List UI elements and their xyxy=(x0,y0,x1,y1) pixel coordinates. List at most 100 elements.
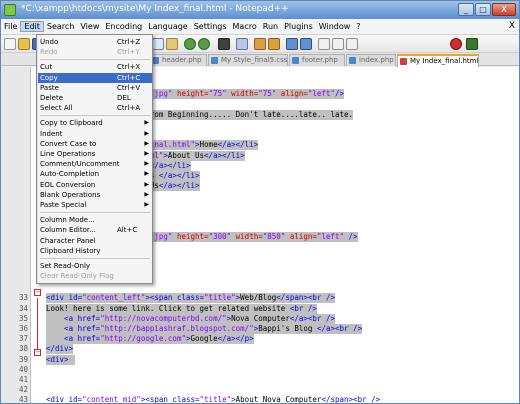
fold-toggle-39[interactable]: − xyxy=(34,349,41,356)
menu-item-set-read-only[interactable]: Set Read-Only xyxy=(38,261,152,271)
undo-icon[interactable] xyxy=(184,38,196,50)
code-line[interactable]: 37 <a href="http://google.com">Google</a… xyxy=(1,334,519,345)
menu-item-paste-special[interactable]: Paste Special ▶ xyxy=(38,200,152,210)
code-line[interactable]: 40 xyxy=(1,365,519,375)
code-token: Web/Blog xyxy=(240,293,277,303)
menu-item-clipboard-history[interactable]: Clipboard History xyxy=(38,246,152,256)
code-line[interactable]: 36 <a href="http://bappiashraf.blogspot.… xyxy=(1,324,519,334)
menu-item-cut[interactable]: Cut Ctrl+X xyxy=(38,62,152,72)
menu-item-line-operations[interactable]: Line Operations ▶ xyxy=(38,149,152,159)
tab-footer-php[interactable]: footer.php xyxy=(289,54,345,66)
code-text[interactable]: Look! here is some link. Click to get re… xyxy=(46,303,317,314)
code-token: /> xyxy=(335,89,345,99)
menu-item-comment-uncomment[interactable]: Comment/Uncomment ▶ xyxy=(38,159,152,169)
minimize-button[interactable]: _ xyxy=(458,3,474,16)
tab-my-style-final5-css[interactable]: My Style_final5.css xyxy=(208,54,288,66)
all-chars-icon[interactable] xyxy=(332,38,344,50)
menu-item-character-panel[interactable]: Character Panel xyxy=(38,236,152,246)
menu-language[interactable]: Language xyxy=(145,22,190,31)
zoom-out-icon[interactable] xyxy=(268,38,280,50)
paste-icon[interactable] xyxy=(166,38,178,50)
title-bar[interactable]: *C:\xampp\htdocs\mysite\My Index_final.h… xyxy=(1,1,519,19)
submenu-arrow-icon: ▶ xyxy=(144,180,149,188)
code-token: Look! here is some link. Click to get re… xyxy=(46,303,290,313)
close-document-icon[interactable]: X xyxy=(509,21,515,31)
open-icon[interactable] xyxy=(18,38,30,50)
menu-item-shortcut: Ctrl+Z xyxy=(117,38,141,46)
redo-icon[interactable] xyxy=(198,38,210,50)
code-token: <div id= xyxy=(46,395,83,404)
close-window-button[interactable]: X xyxy=(492,3,516,16)
code-text[interactable]: <a href="http://novacomputerbd.com/">Nov… xyxy=(46,313,335,324)
fold-toggle-33[interactable]: − xyxy=(34,289,41,296)
code-text[interactable]: <div id="content_left"><span class="titl… xyxy=(46,293,335,304)
code-line[interactable]: 33 <div id="content_left"><span class="ti… xyxy=(1,293,519,304)
new-file-icon[interactable] xyxy=(4,38,16,50)
menu-item-paste[interactable]: Paste Ctrl+V xyxy=(38,83,152,93)
code-text[interactable]: <div id="content mid"><span class="title… xyxy=(46,395,380,404)
menu-help[interactable]: ? xyxy=(353,22,363,31)
code-line[interactable]: 39 <div> xyxy=(1,354,519,365)
code-token: "75" xyxy=(258,89,277,99)
menu-window[interactable]: Window xyxy=(316,22,354,31)
word-wrap-icon[interactable] xyxy=(318,38,330,50)
tab-my-index-final-html[interactable]: My Index_final.html xyxy=(397,54,479,67)
menu-item-auto-completion[interactable]: Auto-Completion ▶ xyxy=(38,169,152,179)
menu-item-redo[interactable]: Redo Ctrl+Y xyxy=(38,47,152,57)
menu-view[interactable]: View xyxy=(77,22,102,31)
menu-item-label: Auto-Completion xyxy=(40,170,100,179)
code-text[interactable]: </div> xyxy=(46,344,74,355)
menu-file[interactable]: File xyxy=(1,22,20,31)
zoom-in-icon[interactable] xyxy=(254,38,266,50)
code-line[interactable]: 43 <div id="content mid"><span class="tit… xyxy=(1,395,519,404)
menu-item-copy[interactable]: Copy Ctrl+C xyxy=(38,72,152,83)
code-line[interactable] xyxy=(1,283,519,293)
replace-icon[interactable] xyxy=(236,38,248,50)
maximize-button[interactable]: □ xyxy=(475,3,491,16)
menu-settings[interactable]: Settings xyxy=(191,22,230,31)
menu-search[interactable]: Search xyxy=(44,22,77,31)
menu-item-eol-conversion[interactable]: EOL Conversion ▶ xyxy=(38,180,152,190)
menu-item-shortcut: Alt+C xyxy=(117,226,138,235)
code-text[interactable]: <div> xyxy=(46,354,75,365)
menu-item-copy-to-clipboard[interactable]: Copy to Clipboard ▶ xyxy=(38,118,152,128)
code-token: </a></li> xyxy=(158,171,200,180)
menu-edit[interactable]: Edit xyxy=(20,21,44,32)
copy-icon[interactable] xyxy=(152,38,164,50)
code-line[interactable]: 34 Look! here is some link. Click to get … xyxy=(1,303,519,314)
code-text[interactable]: <a href="http://bappiashraf.blogspot.com… xyxy=(46,324,363,334)
menu-encoding[interactable]: Encoding xyxy=(102,22,145,31)
menu-run[interactable]: Run xyxy=(260,22,281,31)
menu-item-label: Clear Read-Only Flag xyxy=(40,272,114,281)
menu-item-undo[interactable]: Undo Ctrl+Z xyxy=(38,37,152,47)
tab-header-php[interactable]: header.php xyxy=(149,54,207,66)
menu-macro[interactable]: Macro xyxy=(230,22,260,31)
sync-h-icon[interactable] xyxy=(300,38,312,50)
notepadpp-app-icon[interactable] xyxy=(4,4,16,16)
menu-item-select-all[interactable]: Select All Ctrl+A xyxy=(38,103,152,113)
macro-record-icon[interactable] xyxy=(450,38,462,50)
indent-guide-icon[interactable] xyxy=(346,38,358,50)
menu-item-column-mode[interactable]: Column Mode... xyxy=(38,215,152,225)
tab-index-php[interactable]: index.php xyxy=(346,54,396,66)
menu-item-convert-case-to[interactable]: Convert Case to ▶ xyxy=(38,139,152,149)
code-line[interactable]: 42 xyxy=(1,385,519,395)
line-number: 41 xyxy=(18,375,28,384)
code-line[interactable]: 38 </div> xyxy=(1,344,519,355)
macro-play-icon[interactable] xyxy=(466,38,478,50)
code-line[interactable]: 35 <a href="http://novacomputerbd.com/">… xyxy=(1,313,519,324)
code-token: "850" xyxy=(262,232,286,242)
menu-item-blank-operations[interactable]: Blank Operations ▶ xyxy=(38,190,152,200)
find-icon[interactable] xyxy=(218,38,230,50)
line-number: 39 xyxy=(18,354,28,364)
menu-item-indent[interactable]: Indent ▶ xyxy=(38,129,152,139)
code-line[interactable]: 41 xyxy=(1,375,519,385)
code-text[interactable]: <a href="http://google.com">Google</a></… xyxy=(46,334,254,345)
code-token: About Nova Computer xyxy=(235,395,322,404)
menu-item-clear-read-only-flag[interactable]: Clear Read-Only Flag xyxy=(38,271,152,281)
line-number: 40 xyxy=(18,364,28,374)
menu-item-delete[interactable]: Delete DEL xyxy=(38,93,152,103)
sync-v-icon[interactable] xyxy=(286,38,298,50)
menu-item-column-editor[interactable]: Column Editor... Alt+C xyxy=(38,225,152,235)
menu-plugins[interactable]: Plugins xyxy=(281,22,316,31)
